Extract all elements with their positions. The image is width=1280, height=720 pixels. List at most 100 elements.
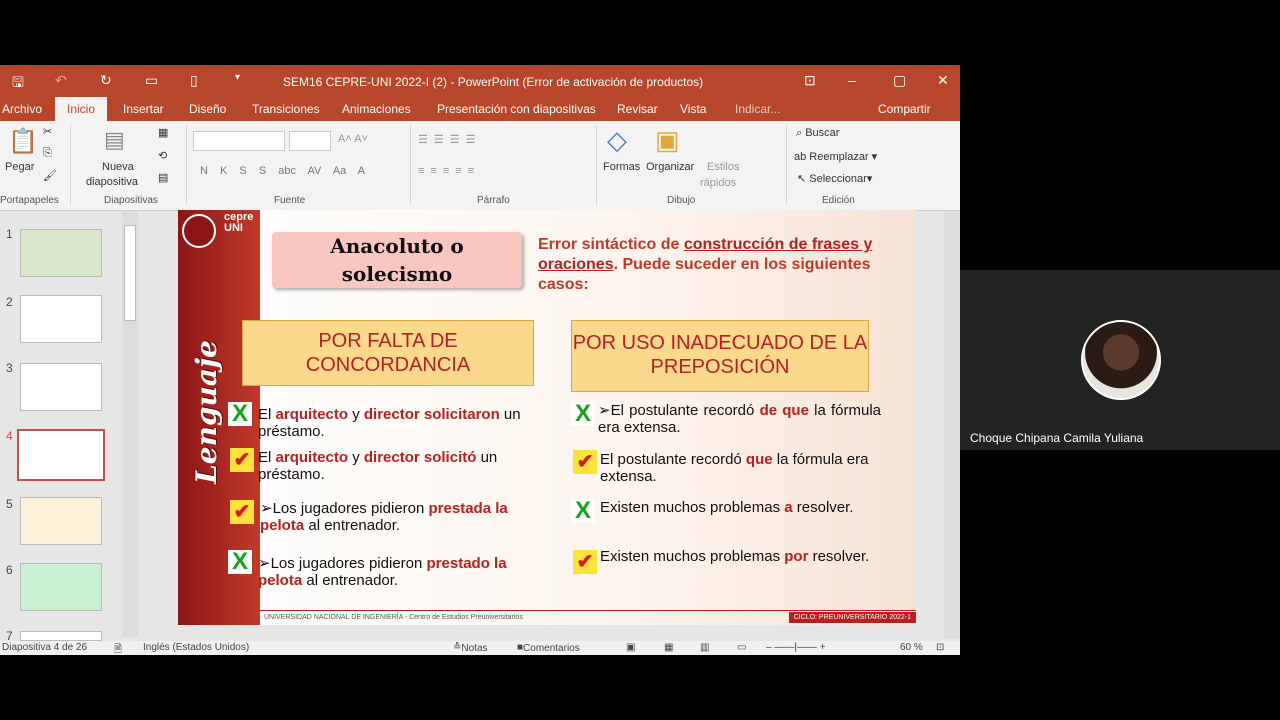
font-format-buttons[interactable]: N K S S abc AV Aa A <box>200 165 365 177</box>
right-example-1: ➢El postulante recordó de que la fórmula… <box>598 402 882 436</box>
cepre-logo: cepre UNI <box>224 211 254 234</box>
wrong-x-icon: X <box>571 402 595 426</box>
new-slide-label2[interactable]: diapositiva <box>86 176 138 188</box>
replace-button[interactable]: ab Reemplazar ▾ <box>794 150 877 163</box>
share-button[interactable]: Compartir <box>878 102 931 116</box>
slide-thumbnails[interactable]: 1 2 3 4 5 6 7 <box>0 211 138 643</box>
reading-view-icon[interactable]: ▥ <box>700 642 709 653</box>
right-example-2: El postulante recordó que la fórmula era… <box>600 451 869 485</box>
arrange-button[interactable]: Organizar <box>646 161 694 173</box>
align-buttons[interactable]: ≡≡≡≡≡ <box>418 165 480 177</box>
find-button[interactable]: ⌕ Buscar <box>796 127 839 140</box>
font-name-input[interactable] <box>193 131 285 151</box>
right-example-4: Existen muchos problemas por resolver. <box>600 548 870 565</box>
tab-insertar[interactable]: Insertar <box>123 102 164 116</box>
close-button[interactable]: ✕ <box>937 72 949 89</box>
thumbnail-scrollbar[interactable] <box>122 211 138 637</box>
save-icon[interactable]: 🖫 <box>12 72 24 96</box>
fit-slide-icon[interactable]: ⊡ <box>936 642 944 653</box>
tab-revisar[interactable]: Revisar <box>617 102 658 116</box>
title-bar: 🖫 ↶ ↻ ▭ ▯ ▾ SEM16 CEPRE-UNI 2022-I (2) -… <box>0 65 960 97</box>
group-portapapeles: Portapapeles <box>0 195 59 206</box>
spellcheck-icon[interactable]: 🗎 <box>114 642 122 659</box>
thumbnail-6[interactable] <box>20 563 102 611</box>
cut-icon[interactable]: ✂ <box>43 125 52 138</box>
tab-archivo[interactable]: Archivo <box>2 102 42 116</box>
shapes-icon[interactable]: ◇ <box>607 125 627 156</box>
zoom-level[interactable]: 60 % <box>900 642 923 653</box>
thumbnail-4[interactable] <box>17 429 105 481</box>
left-example-1: El arquitecto y director solicitaron un … <box>258 406 521 440</box>
slide-counter: Diapositiva 4 de 26 <box>2 642 88 653</box>
reset-icon[interactable]: ⟲ <box>158 149 167 162</box>
thumbnail-7[interactable] <box>20 631 102 641</box>
minimize-button[interactable]: – <box>848 72 856 88</box>
left-column-header: POR FALTA DE CONCORDANCIA <box>242 320 534 386</box>
format-painter-icon[interactable]: 🖌 <box>43 169 57 182</box>
right-column-header: POR USO INADECUADO DE LA PREPOSICIÓN <box>571 320 869 392</box>
zoom-slider[interactable]: – ——|—— + <box>766 642 826 653</box>
section-icon[interactable]: ▤ <box>158 171 168 184</box>
present-icon[interactable]: ▭ <box>145 72 158 89</box>
redo-icon[interactable]: ↻ <box>100 72 112 89</box>
select-button[interactable]: ↖ Seleccionar▾ <box>797 172 872 185</box>
shapes-button[interactable]: Formas <box>603 161 640 173</box>
correct-check-icon: ✔ <box>573 550 597 574</box>
ribbon: 📋 Pegar ✂ ⎘ 🖌 ▤ Nueva diapositiva ▦ ⟲ ▤ … <box>0 121 960 211</box>
customize-icon[interactable]: ▾ <box>235 72 240 83</box>
correct-check-icon: ✔ <box>573 450 597 474</box>
group-parrafo: Párrafo <box>477 195 510 206</box>
new-icon[interactable]: ▯ <box>190 72 198 89</box>
tell-me-input[interactable]: Indicar... <box>735 102 780 116</box>
comments-button[interactable]: ■ Comentarios <box>517 642 580 654</box>
tab-vista[interactable]: Vista <box>680 102 706 116</box>
participant-name: Choque Chipana Camila Yuliana <box>970 431 1144 445</box>
definition-text: Error sintáctico de construcción de fras… <box>538 236 873 293</box>
layout-icon[interactable]: ▦ <box>158 126 168 139</box>
uni-seal-logo <box>182 214 216 248</box>
grow-font-icon[interactable]: A˄ A˅ <box>338 133 368 145</box>
thumbnail-1[interactable] <box>20 229 102 277</box>
thumbnail-5[interactable] <box>20 497 102 545</box>
ribbon-tabs: Archivo Inicio Insertar Diseño Transicio… <box>0 97 960 121</box>
slide-scrollbar[interactable] <box>944 211 960 639</box>
correct-check-icon: ✔ <box>230 500 254 524</box>
quick-styles-label[interactable]: rápidos <box>700 177 736 189</box>
font-size-input[interactable] <box>289 131 331 151</box>
tab-transiciones[interactable]: Transiciones <box>252 102 320 116</box>
slide-footer: UNIVERSIDAD NACIONAL DE INGENIERÍA - Cen… <box>260 610 916 625</box>
paste-button[interactable]: Pegar <box>5 161 34 173</box>
correct-check-icon: ✔ <box>230 448 254 472</box>
left-example-3: ➢Los jugadores pidieron prestada la pelo… <box>260 500 508 534</box>
language-label[interactable]: Inglés (Estados Unidos) <box>143 642 249 653</box>
wrong-x-icon: X <box>228 402 252 426</box>
lenguaje-label: Lenguaje <box>190 340 223 484</box>
sorter-view-icon[interactable]: ▦ <box>664 642 673 653</box>
undo-icon[interactable]: ↶ <box>55 72 67 89</box>
copy-icon[interactable]: ⎘ <box>43 147 52 160</box>
quick-styles-button[interactable]: Estilos <box>707 161 739 173</box>
tab-animaciones[interactable]: Animaciones <box>342 102 411 116</box>
thumbnail-3[interactable] <box>20 363 102 411</box>
tab-presentacion[interactable]: Presentación con diapositivas <box>437 102 596 116</box>
powerpoint-window: 🖫 ↶ ↻ ▭ ▯ ▾ SEM16 CEPRE-UNI 2022-I (2) -… <box>0 65 960 655</box>
maximize-button[interactable]: ▢ <box>893 72 906 89</box>
participant-tile: Choque Chipana Camila Yuliana <box>960 270 1280 450</box>
new-slide-icon[interactable]: ▤ <box>104 127 125 153</box>
normal-view-icon[interactable]: ▣ <box>626 642 635 653</box>
tab-diseno[interactable]: Diseño <box>189 102 226 116</box>
thumbnail-2[interactable] <box>20 295 102 343</box>
tab-inicio[interactable]: Inicio <box>55 97 108 121</box>
notes-button[interactable]: ≙ Notas <box>453 642 488 654</box>
slideshow-view-icon[interactable]: ▭ <box>737 642 746 653</box>
participant-avatar <box>1081 320 1161 400</box>
new-slide-label[interactable]: Nueva <box>102 161 134 173</box>
ribbon-display-icon[interactable]: ⊡ <box>804 72 816 89</box>
group-fuente: Fuente <box>274 195 306 206</box>
wrong-x-icon: X <box>228 550 252 574</box>
paste-icon[interactable]: 📋 <box>8 127 38 156</box>
wrong-x-icon: X <box>571 499 595 523</box>
arrange-icon[interactable]: ▣ <box>655 125 680 156</box>
slide-canvas[interactable]: cepre UNI Lenguaje Anacoluto o solecismo… <box>178 210 916 625</box>
list-buttons[interactable]: ☰☰☰☰ <box>418 133 481 146</box>
